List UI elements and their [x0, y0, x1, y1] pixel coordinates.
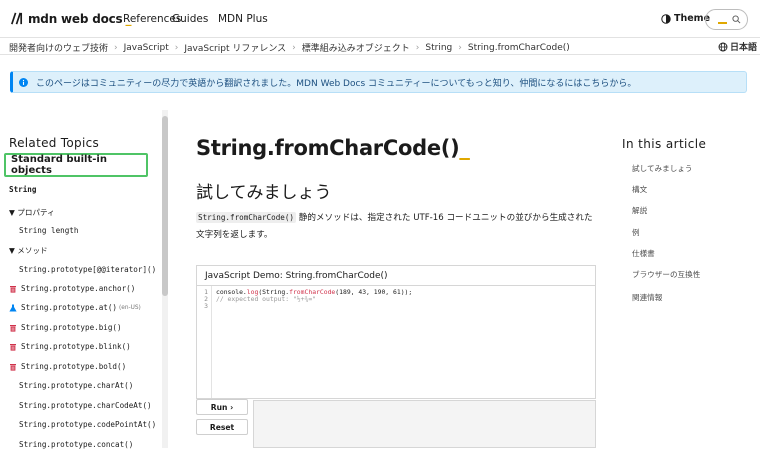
sidebar-item-label: String.prototype.at() [21, 303, 118, 312]
sidebar-item-label: String.prototype.blink() [21, 342, 131, 351]
sidebar-item[interactable]: String.prototype.anchor() [9, 284, 135, 293]
sidebar-item[interactable]: String length [19, 226, 78, 235]
sidebar-item-label: String length [19, 226, 79, 235]
breadcrumb-item[interactable]: String.fromCharCode() [468, 43, 570, 53]
trash-icon [10, 285, 16, 293]
mdn-logo-icon [11, 12, 23, 25]
sidebar-item[interactable]: String.prototype.charCodeAt() [19, 401, 152, 410]
line-number: 3 [204, 302, 208, 311]
description: String.fromCharCode() 静的メソッドは、指定された UTF-… [196, 209, 601, 244]
sidebar-item-label: String.prototype[@@iterator]() [19, 265, 157, 274]
title-cursor: _ [459, 136, 470, 160]
run-button[interactable]: Run › [196, 399, 248, 415]
section-heading: 試してみましょう [196, 183, 332, 203]
breadcrumb-item[interactable]: JavaScript リファレンス [184, 41, 286, 54]
sidebar-item[interactable]: ▼ プロパティ [9, 207, 55, 218]
sidebar-item-label: String.prototype.charAt() [19, 381, 134, 390]
toc-item[interactable]: 解説 [632, 205, 647, 216]
code-editor[interactable]: 1 2 3 console.log(String.fromCharCode(18… [197, 286, 595, 398]
sidebar-item[interactable]: String.prototype[@@iterator]() [19, 265, 156, 274]
search-cursor [718, 22, 727, 24]
sidebar-item-label: ▼ メソッド [9, 246, 48, 255]
theme-icon [661, 13, 671, 24]
sidebar-item[interactable]: String [9, 185, 36, 194]
page-title-text: String.fromCharCode() [196, 136, 460, 160]
nav-guides[interactable]: Guides [172, 13, 208, 25]
description-code: String.fromCharCode() [196, 212, 297, 223]
sidebar-item[interactable]: String.prototype.big() [9, 323, 122, 332]
trash-icon [10, 363, 16, 371]
logo-text: mdn web docs [28, 11, 123, 26]
language-label: 日本語 [730, 43, 758, 53]
breadcrumb: 開発者向けのウェブ技術 › JavaScript › JavaScript リファレ… [9, 41, 570, 55]
demo-output [253, 400, 596, 448]
breadcrumb-item[interactable]: JavaScript [124, 43, 169, 53]
reset-button[interactable]: Reset [196, 419, 248, 435]
trash-icon [10, 324, 16, 332]
sidebar-item-label: String.prototype.charCodeAt() [19, 401, 152, 410]
breadcrumb-item[interactable]: 開発者向けのウェブ技術 [9, 41, 108, 54]
code-token: (189, 43, 190, 61)); [335, 288, 413, 296]
line-numbers: 1 2 3 [197, 286, 212, 398]
sidebar-item-label: String.prototype.bold() [21, 362, 127, 371]
trash-icon [10, 343, 16, 351]
chevron-right-icon: › [174, 42, 179, 53]
toc-item[interactable]: 仕様書 [632, 248, 655, 259]
chevron-right-icon: › [114, 42, 118, 53]
flask-icon [9, 304, 17, 311]
interactive-demo: JavaScript Demo: String.fromCharCode() 1… [196, 265, 596, 399]
sidebar-scrollbar[interactable] [162, 110, 168, 448]
toc-item[interactable]: 例 [632, 227, 640, 238]
sidebar-heading: Related Topics [9, 136, 100, 150]
chevron-right-icon: › [415, 42, 420, 53]
locale-note: (en-US) [119, 304, 141, 311]
breadcrumb-item[interactable]: String [425, 43, 452, 53]
chevron-right-icon: › [292, 42, 296, 53]
breadcrumb-bar: 開発者向けのウェブ技術 › JavaScript › JavaScript リファレ… [0, 38, 760, 55]
demo-title: JavaScript Demo: String.fromCharCode() [197, 266, 595, 286]
sidebar-item[interactable]: String.prototype.codePointAt() [19, 420, 156, 429]
info-icon [19, 77, 28, 87]
top-navigation: mdn web docs _ References Guides MDN Plu… [0, 0, 760, 38]
chevron-right-icon: › [458, 42, 462, 53]
language-switcher[interactable]: 日本語 [718, 40, 757, 53]
search-icon [732, 15, 741, 24]
sidebar-item[interactable]: ▼ メソッド [9, 245, 48, 256]
sidebar-item[interactable]: String.prototype.bold() [9, 362, 126, 371]
code-content[interactable]: console.log(String.fromCharCode(189, 43,… [212, 286, 412, 398]
toc-item[interactable]: ブラウザーの互換性 [632, 269, 700, 280]
sidebar-item-label: String.prototype.anchor() [21, 284, 136, 293]
theme-toggle[interactable]: Theme [661, 13, 710, 24]
code-comment: // expected output: "½+¾=" [216, 295, 317, 304]
sidebar-item-label: String.prototype.big() [21, 323, 122, 332]
toc-item[interactable]: 構文 [632, 184, 647, 195]
mdn-logo[interactable]: mdn web docs _ [9, 11, 132, 26]
globe-icon [718, 42, 728, 51]
nav-mdn-plus[interactable]: MDN Plus [218, 13, 268, 25]
sidebar-item-label: String.prototype.codePointAt() [19, 420, 157, 429]
toc-item[interactable]: 関連情報 [632, 292, 662, 303]
toc-item[interactable]: 試してみましょう [632, 163, 693, 174]
sidebar-item-label: ▼ プロパティ [9, 208, 55, 217]
scrollbar-thumb[interactable] [162, 116, 168, 296]
sidebar-item-label: String [9, 185, 37, 194]
sidebar-item[interactable]: String.prototype.blink() [9, 342, 131, 351]
sidebar-item[interactable]: String.prototype.at() (en-US) [9, 303, 141, 312]
breadcrumb-item[interactable]: 標準組み込みオブジェクト [302, 41, 410, 54]
sidebar-selected-item[interactable]: Standard built-in objects [4, 153, 148, 177]
page-title: String.fromCharCode()_ [196, 136, 470, 160]
toc-heading: In this article [622, 137, 707, 151]
translation-notice: このページはコミュニティーの尽力で英語から翻訳されました。MDN Web Doc… [10, 71, 747, 93]
notice-text[interactable]: このページはコミュニティーの尽力で英語から翻訳されました。MDN Web Doc… [36, 76, 636, 89]
search-input[interactable] [705, 9, 748, 30]
sidebar-item[interactable]: String.prototype.charAt() [19, 381, 133, 390]
